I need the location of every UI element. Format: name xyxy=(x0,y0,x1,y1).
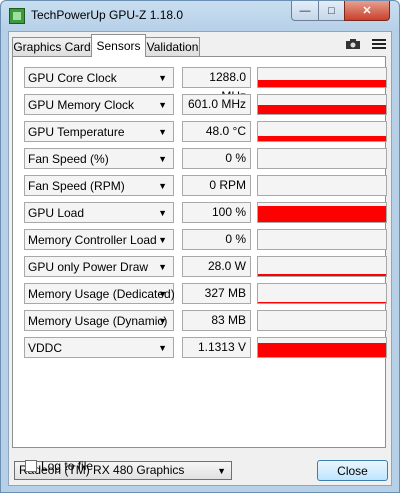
sensor-graph-fill xyxy=(258,302,386,303)
sensor-value: 48.0 °C xyxy=(182,121,251,142)
sensor-label-dropdown[interactable]: Fan Speed (%) ▼ xyxy=(24,148,174,169)
sensor-row: Fan Speed (RPM) ▼ 0 RPM xyxy=(24,175,387,196)
sensor-graph xyxy=(257,121,387,142)
hamburger-menu-icon[interactable] xyxy=(370,36,388,52)
sensor-label: Memory Usage (Dedicated) xyxy=(28,287,175,301)
sensor-value: 1.1313 V xyxy=(182,337,251,358)
log-to-file-checkbox[interactable]: Log to file xyxy=(25,459,93,473)
sensor-graph xyxy=(257,148,387,169)
sensor-graph-fill xyxy=(258,274,386,276)
sensor-label-dropdown[interactable]: GPU only Power Draw ▼ xyxy=(24,256,174,277)
close-window-button[interactable]: ✕ xyxy=(344,1,390,21)
sensor-value: 1288.0 MHz xyxy=(182,67,251,103)
sensor-value: 100 % xyxy=(182,202,251,223)
sensor-label: VDDC xyxy=(28,341,63,355)
app-icon xyxy=(9,8,25,24)
sensor-graph xyxy=(257,337,387,358)
chevron-down-icon: ▼ xyxy=(158,316,167,326)
sensor-label: Fan Speed (%) xyxy=(28,152,109,166)
sensor-label: GPU Memory Clock xyxy=(28,98,135,112)
sensor-label-dropdown[interactable]: GPU Temperature ▼ xyxy=(24,121,174,142)
sensor-graph xyxy=(257,94,387,115)
sensor-value: 0 % xyxy=(182,148,251,169)
sensor-label-dropdown[interactable]: Memory Usage (Dynamic) ▼ xyxy=(24,310,174,331)
chevron-down-icon: ▼ xyxy=(158,73,167,83)
sensor-graph-fill xyxy=(258,343,386,357)
sensor-row: Memory Usage (Dedicated) ▼ 327 MB xyxy=(24,283,387,304)
tab-sensors[interactable]: Sensors xyxy=(91,34,146,57)
chevron-down-icon: ▼ xyxy=(158,208,167,218)
sensor-row: GPU only Power Draw ▼ 28.0 W xyxy=(24,256,387,277)
sensor-label-dropdown[interactable]: GPU Memory Clock ▼ xyxy=(24,94,174,115)
sensor-row: Fan Speed (%) ▼ 0 % xyxy=(24,148,387,169)
checkbox-box[interactable] xyxy=(25,460,37,472)
sensor-graph xyxy=(257,67,387,88)
sensor-label: GPU Temperature xyxy=(28,125,125,139)
sensor-label: Fan Speed (RPM) xyxy=(28,179,125,193)
sensor-graph xyxy=(257,229,387,250)
gpuz-window: TechPowerUp GPU-Z 1.18.0 — □ ✕ Graphics … xyxy=(0,0,400,493)
sensor-label: GPU Core Clock xyxy=(28,71,117,85)
sensor-graph xyxy=(257,283,387,304)
chevron-down-icon: ▼ xyxy=(158,262,167,272)
client-area: Graphics Card Sensors Validation GPU Cor… xyxy=(8,31,392,486)
tab-graphics-card[interactable]: Graphics Card xyxy=(12,37,92,56)
chevron-down-icon: ▼ xyxy=(158,235,167,245)
sensor-label: GPU only Power Draw xyxy=(28,260,149,274)
window-title: TechPowerUp GPU-Z 1.18.0 xyxy=(31,8,184,22)
sensor-row: GPU Temperature ▼ 48.0 °C xyxy=(24,121,387,142)
sensor-graph xyxy=(257,310,387,331)
sensor-graph-fill xyxy=(258,105,386,114)
minimize-button[interactable]: — xyxy=(291,1,319,21)
maximize-button[interactable]: □ xyxy=(318,1,345,21)
title-bar[interactable]: TechPowerUp GPU-Z 1.18.0 — □ ✕ xyxy=(1,1,399,31)
sensor-value: 601.0 MHz xyxy=(182,94,251,115)
sensor-label-dropdown[interactable]: GPU Core Clock ▼ xyxy=(24,67,174,88)
sensor-label-dropdown[interactable]: Fan Speed (RPM) ▼ xyxy=(24,175,174,196)
sensor-label-dropdown[interactable]: VDDC ▼ xyxy=(24,337,174,358)
sensor-value: 28.0 W xyxy=(182,256,251,277)
sensor-row: GPU Memory Clock ▼ 601.0 MHz xyxy=(24,94,387,115)
camera-icon[interactable] xyxy=(344,36,362,52)
chevron-down-icon: ▼ xyxy=(158,100,167,110)
chevron-down-icon: ▼ xyxy=(158,181,167,191)
sensor-row: GPU Core Clock ▼ 1288.0 MHz xyxy=(24,67,387,103)
tab-validation[interactable]: Validation xyxy=(145,37,200,56)
chevron-down-icon: ▼ xyxy=(158,343,167,353)
sensor-row: VDDC ▼ 1.1313 V xyxy=(24,337,387,358)
sensor-label: GPU Load xyxy=(28,206,85,220)
sensor-value: 327 MB xyxy=(182,283,251,304)
sensor-graph-fill xyxy=(258,136,386,141)
sensor-graph-fill xyxy=(258,80,386,87)
sensor-value: 83 MB xyxy=(182,310,251,331)
sensor-value: 0 RPM xyxy=(182,175,251,196)
sensors-panel: GPU Core Clock▼1288.0 MHzGPU Memory Cloc… xyxy=(12,56,387,473)
sensor-row: Memory Controller Load ▼ 0 % xyxy=(24,229,387,250)
sensor-row: Memory Usage (Dynamic) ▼ 83 MB xyxy=(24,310,387,331)
sensor-label-dropdown[interactable]: Memory Controller Load ▼ xyxy=(24,229,174,250)
sensor-row: GPU Load ▼ 100 % xyxy=(24,202,387,223)
sensor-label: Memory Controller Load xyxy=(28,233,157,247)
log-to-file-label: Log to file xyxy=(41,459,94,473)
chevron-down-icon: ▼ xyxy=(158,127,167,137)
sensor-value: 0 % xyxy=(182,229,251,250)
sensor-graph xyxy=(257,202,387,223)
sensor-label-dropdown[interactable]: Memory Usage (Dedicated) ▼ xyxy=(24,283,175,304)
sensor-graph xyxy=(257,256,387,277)
sensor-graph xyxy=(257,175,387,196)
sensor-graph-fill xyxy=(258,206,386,222)
close-button[interactable]: Close xyxy=(317,460,388,481)
chevron-down-icon: ▼ xyxy=(158,289,167,299)
sensor-label: Memory Usage (Dynamic) xyxy=(28,314,168,328)
chevron-down-icon: ▼ xyxy=(217,466,226,476)
sensor-label-dropdown[interactable]: GPU Load ▼ xyxy=(24,202,174,223)
chevron-down-icon: ▼ xyxy=(158,154,167,164)
